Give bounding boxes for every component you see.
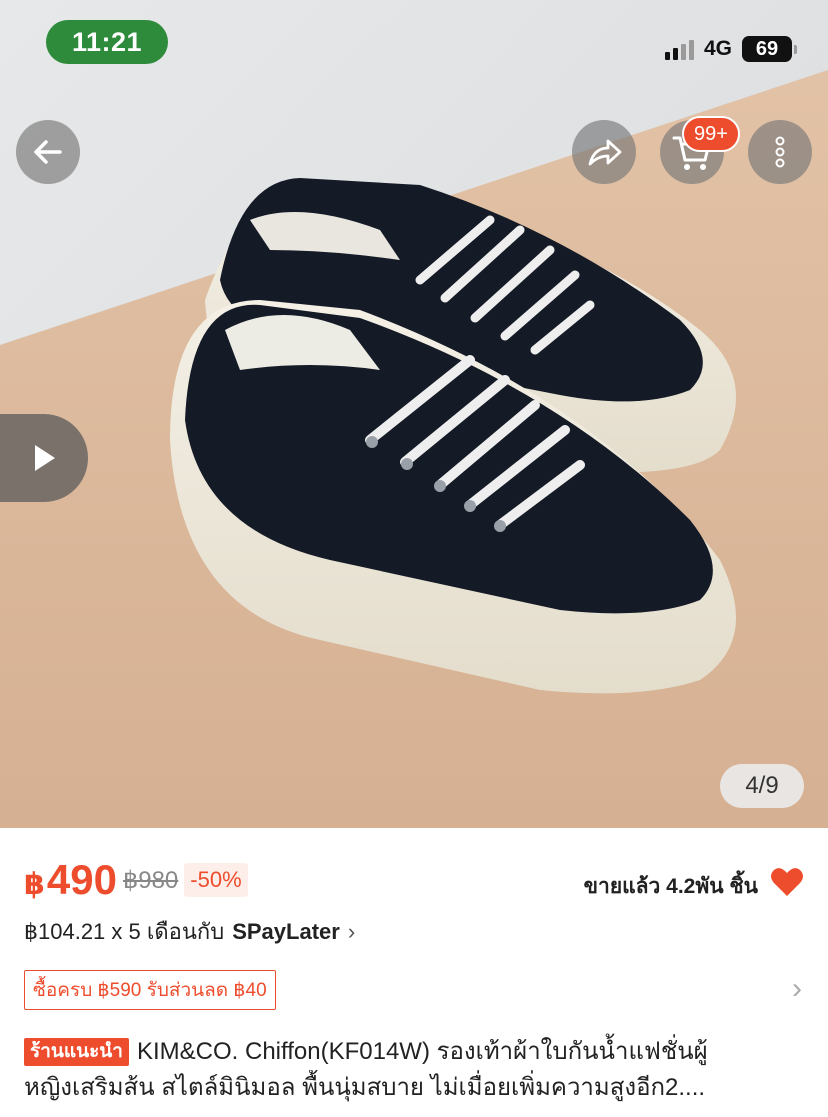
currency-symbol: ฿ bbox=[24, 868, 45, 901]
product-image-gallery[interactable]: 99+ 4/9 bbox=[0, 0, 828, 828]
image-counter: 4/9 bbox=[720, 764, 804, 808]
more-button[interactable] bbox=[748, 120, 812, 184]
cart-count-badge: 99+ bbox=[682, 116, 740, 152]
play-video-button[interactable] bbox=[0, 414, 88, 502]
discount-badge: -50% bbox=[184, 863, 248, 897]
share-button[interactable] bbox=[572, 120, 636, 184]
price-value: 490 bbox=[46, 856, 117, 903]
status-time: 11:21 bbox=[46, 20, 168, 64]
back-arrow-icon bbox=[34, 140, 62, 164]
battery-icon: 69 bbox=[742, 36, 797, 62]
current-price: ฿ 490 bbox=[24, 856, 117, 904]
chevron-right-icon[interactable]: › bbox=[792, 972, 802, 1006]
price-row: ฿ 490 ฿980 -50% bbox=[24, 856, 248, 904]
battery-level: 69 bbox=[755, 37, 779, 60]
play-icon bbox=[35, 445, 55, 471]
installment-row[interactable]: ฿104.21 x 5 เดือนกับ SPayLater › bbox=[24, 914, 355, 949]
original-price: ฿980 bbox=[122, 866, 179, 894]
status-indicators: 4G 69 bbox=[664, 36, 797, 62]
more-icon bbox=[775, 136, 785, 168]
shop-voucher-tag[interactable]: ซื้อครบ ฿590 รับส่วนลด ฿40 bbox=[24, 970, 276, 1010]
network-type: 4G bbox=[703, 37, 732, 60]
chevron-right-icon: › bbox=[347, 918, 356, 944]
favorite-heart-icon[interactable] bbox=[770, 866, 804, 898]
sold-count: ขายแล้ว 4.2พัน ชิ้น bbox=[583, 875, 758, 898]
product-title-line2: หญิงเสริมส้น สไตล์มินิมอล พื้นนุ่มสบาย ไ… bbox=[24, 1074, 706, 1101]
preferred-shop-badge: ร้านแนะนำ bbox=[24, 1038, 129, 1066]
signal-icon bbox=[664, 38, 694, 60]
product-title-line1: KIM&CO. Chiffon(KF014W) รองเท้าผ้าใบกันน… bbox=[136, 1038, 708, 1065]
installment-provider: SPayLater bbox=[232, 918, 340, 944]
installment-text: ฿104.21 x 5 เดือนกับ bbox=[24, 919, 225, 944]
product-title: ร้านแนะนำ KIM&CO. Chiffon(KF014W) รองเท้า… bbox=[24, 1034, 808, 1106]
share-icon bbox=[588, 139, 622, 166]
back-button[interactable] bbox=[16, 120, 80, 184]
